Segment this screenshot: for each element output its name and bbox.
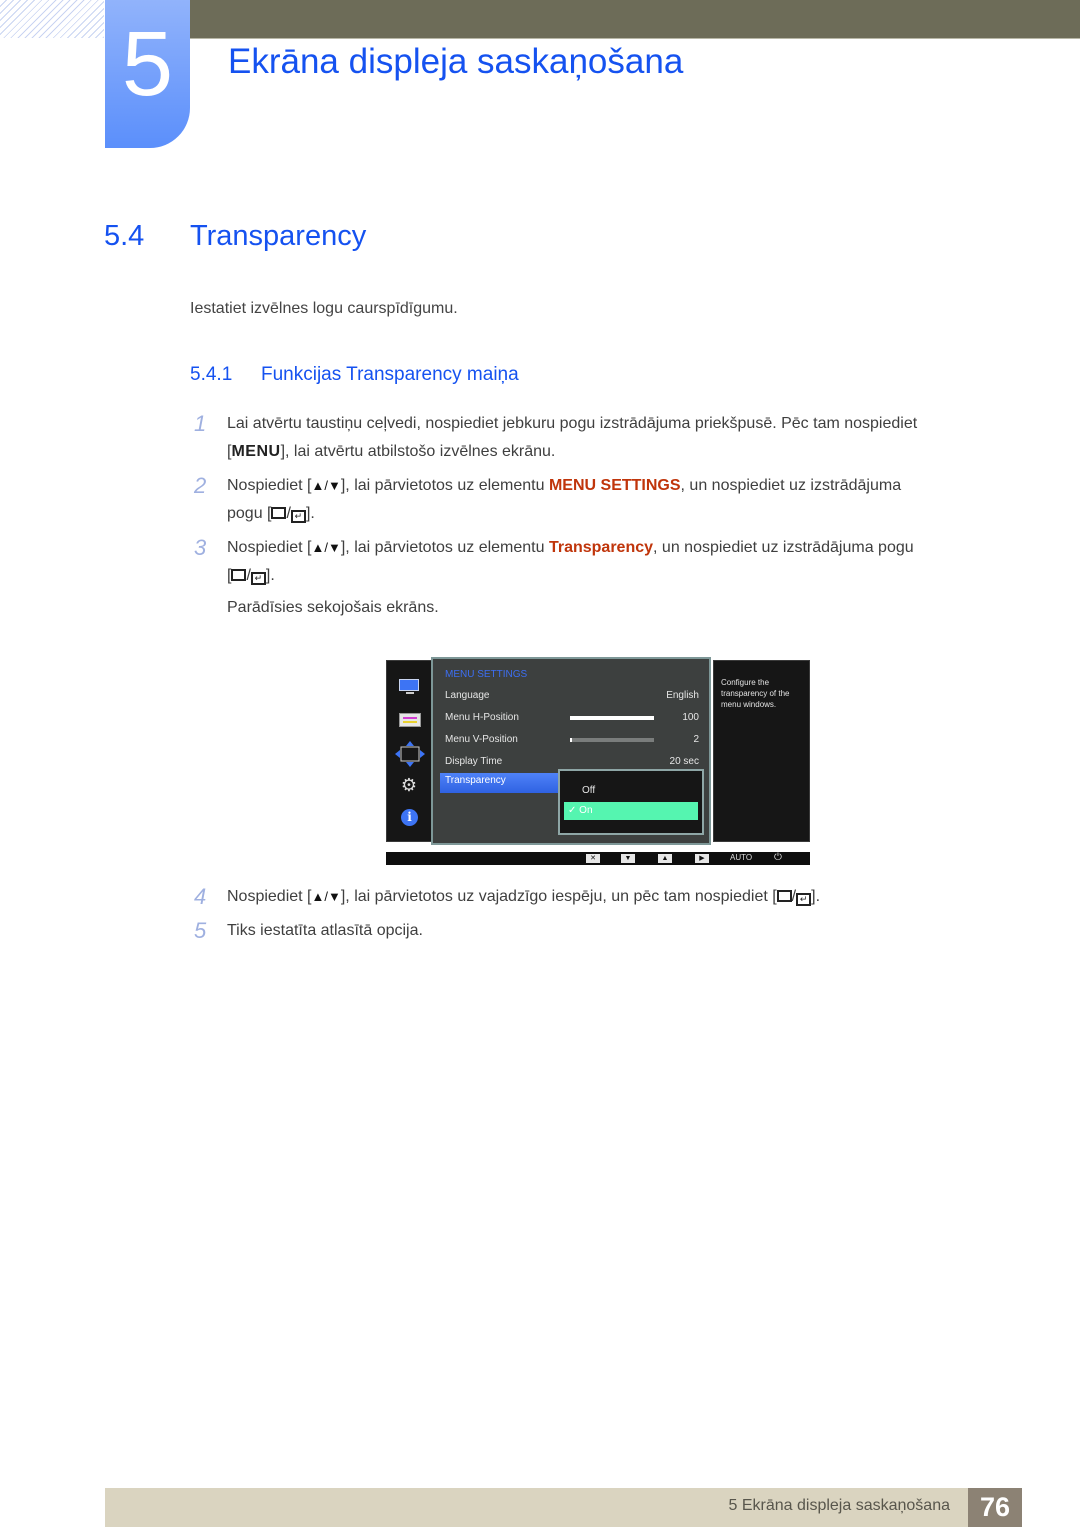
osd-sidebar: ⚙ i	[386, 660, 432, 842]
source-button-icon	[271, 507, 287, 519]
down-button-icon[interactable]: ▼	[621, 854, 635, 863]
option-off[interactable]: Off	[582, 785, 595, 796]
step-text: ], lai pārvietotos uz vajadzīgo iespēju,…	[340, 888, 777, 905]
header-bar	[190, 0, 1080, 38]
step-4: 4 Nospiediet [▲/▼], lai pārvietotos uz v…	[190, 883, 1010, 911]
osd-row-language[interactable]: Language English	[445, 688, 699, 704]
highlight-menu-settings: MENU SETTINGS	[548, 477, 681, 494]
step-text: pogu [	[227, 505, 272, 522]
up-down-arrows-icon: ▲/▼	[311, 478, 341, 493]
step-number: 4	[194, 884, 207, 909]
osd-button-bar: ✕ ▼ ▲ ▶ AUTO ⏻	[386, 852, 810, 865]
step-text: ], lai pārvietotos uz elementu	[340, 539, 549, 556]
step-text: ].	[811, 888, 821, 905]
osd-row-label: Menu H-Position	[445, 712, 519, 723]
step-number: 3	[194, 535, 207, 560]
step-text: Lai atvērtu taustiņu ceļvedi, nospiediet…	[227, 415, 918, 432]
highlight-transparency: Transparency	[548, 539, 654, 556]
source-button-icon	[231, 569, 247, 581]
osd-menu-title: MENU SETTINGS	[445, 669, 528, 680]
slider-fill	[570, 738, 572, 742]
v-position-slider[interactable]	[570, 738, 654, 742]
osd-row-value: 20 sec	[669, 756, 699, 767]
osd-row-value: 100	[682, 712, 699, 723]
subsection-title: Funkcijas Transparency maiņa	[261, 364, 519, 385]
step-text: Nospiediet [	[227, 477, 312, 494]
step-5: 5 Tiks iestatīta atlasītā opcija.	[190, 917, 1010, 945]
right-button-icon[interactable]: ▶	[695, 854, 709, 863]
monitor-icon	[399, 679, 421, 695]
step-number: 5	[194, 918, 207, 943]
chapter-title: Ekrāna displeja saskaņošana	[228, 42, 684, 81]
up-down-arrows-icon: ▲/▼	[311, 540, 341, 555]
step-text: Nospiediet [	[227, 888, 312, 905]
source-button-icon	[776, 890, 792, 902]
footer-chapter-title: 5 Ekrāna displeja saskaņošana	[728, 1497, 950, 1514]
step-3: 3 Nospiediet [▲/▼], lai pārvietotos uz e…	[190, 534, 1010, 624]
page-footer: 5 Ekrāna displeja saskaņošana 76	[105, 1488, 1022, 1527]
page-number: 76	[968, 1488, 1022, 1527]
step-number: 1	[194, 411, 207, 436]
gear-icon: ⚙	[400, 775, 418, 795]
step-text: , lai atvērtu atbilstošo izvēlnes ekrānu…	[285, 443, 556, 460]
option-on-selected[interactable]: ✓ On	[564, 802, 698, 820]
picture-icon	[399, 713, 421, 727]
step-text: ].	[305, 505, 315, 522]
osd-row-value: 2	[693, 734, 699, 745]
osd-help-panel: Configure the transparency of the menu w…	[713, 660, 810, 842]
auto-button[interactable]: AUTO	[730, 853, 752, 862]
osd-row-v-position[interactable]: Menu V-Position 2	[445, 732, 699, 748]
step-2: 2 Nospiediet [▲/▼], lai pārvietotos uz e…	[190, 472, 1010, 528]
header-divider	[190, 38, 1080, 39]
section-intro: Iestatiet izvēlnes logu caurspīdīgumu.	[190, 300, 458, 317]
slider-fill	[570, 716, 654, 720]
step-text: , un nospiediet uz izstrādājuma	[680, 477, 902, 494]
section-title: Transparency	[190, 220, 367, 252]
osd-row-label: Display Time	[445, 756, 503, 767]
check-icon: ✓	[568, 805, 577, 816]
step-text: ], lai pārvietotos uz elementu	[340, 477, 549, 494]
step-text: Nospiediet [	[227, 539, 312, 556]
osd-row-transparency-selected[interactable]: Transparency	[440, 773, 560, 793]
option-label: On	[579, 805, 593, 816]
close-button-icon[interactable]: ✕	[586, 854, 600, 863]
subsection-number: 5.4.1	[190, 364, 233, 385]
step-number: 2	[194, 473, 207, 498]
menu-key-label: MENU	[231, 443, 281, 460]
step-text: Tiks iestatīta atlasītā opcija.	[227, 922, 423, 939]
osd-row-label: Language	[445, 690, 490, 701]
enter-button-icon: ↵	[796, 893, 812, 906]
up-down-arrows-icon: ▲/▼	[311, 889, 341, 904]
osd-menu-panel: MENU SETTINGS Language English Menu H-Po…	[431, 657, 711, 845]
position-icon	[395, 741, 425, 767]
transparency-options-popup: Off ✓ On	[558, 769, 704, 835]
step-1: 1 Lai atvērtu taustiņu ceļvedi, nospiedi…	[190, 410, 1010, 466]
osd-help-text: Configure the transparency of the menu w…	[721, 678, 790, 709]
section-number: 5.4	[104, 220, 145, 252]
osd-row-display-time[interactable]: Display Time 20 sec	[445, 754, 699, 770]
info-icon: i	[401, 809, 418, 826]
power-icon[interactable]: ⏻	[774, 852, 782, 863]
step-text: ].	[265, 567, 275, 584]
up-button-icon[interactable]: ▲	[658, 854, 672, 863]
header-hatch-pattern	[0, 0, 104, 38]
enter-button-icon: ↵	[250, 572, 266, 585]
step-text: , un nospiediet uz izstrādājuma pogu	[653, 539, 914, 556]
h-position-slider[interactable]	[570, 716, 654, 720]
enter-button-icon: ↵	[290, 510, 306, 523]
osd-row-value: English	[666, 690, 699, 701]
chapter-number: 5	[121, 13, 174, 115]
osd-row-h-position[interactable]: Menu H-Position 100	[445, 710, 699, 726]
step-note: Parādīsies sekojošais ekrāns.	[227, 599, 439, 616]
osd-row-label: Menu V-Position	[445, 734, 518, 745]
